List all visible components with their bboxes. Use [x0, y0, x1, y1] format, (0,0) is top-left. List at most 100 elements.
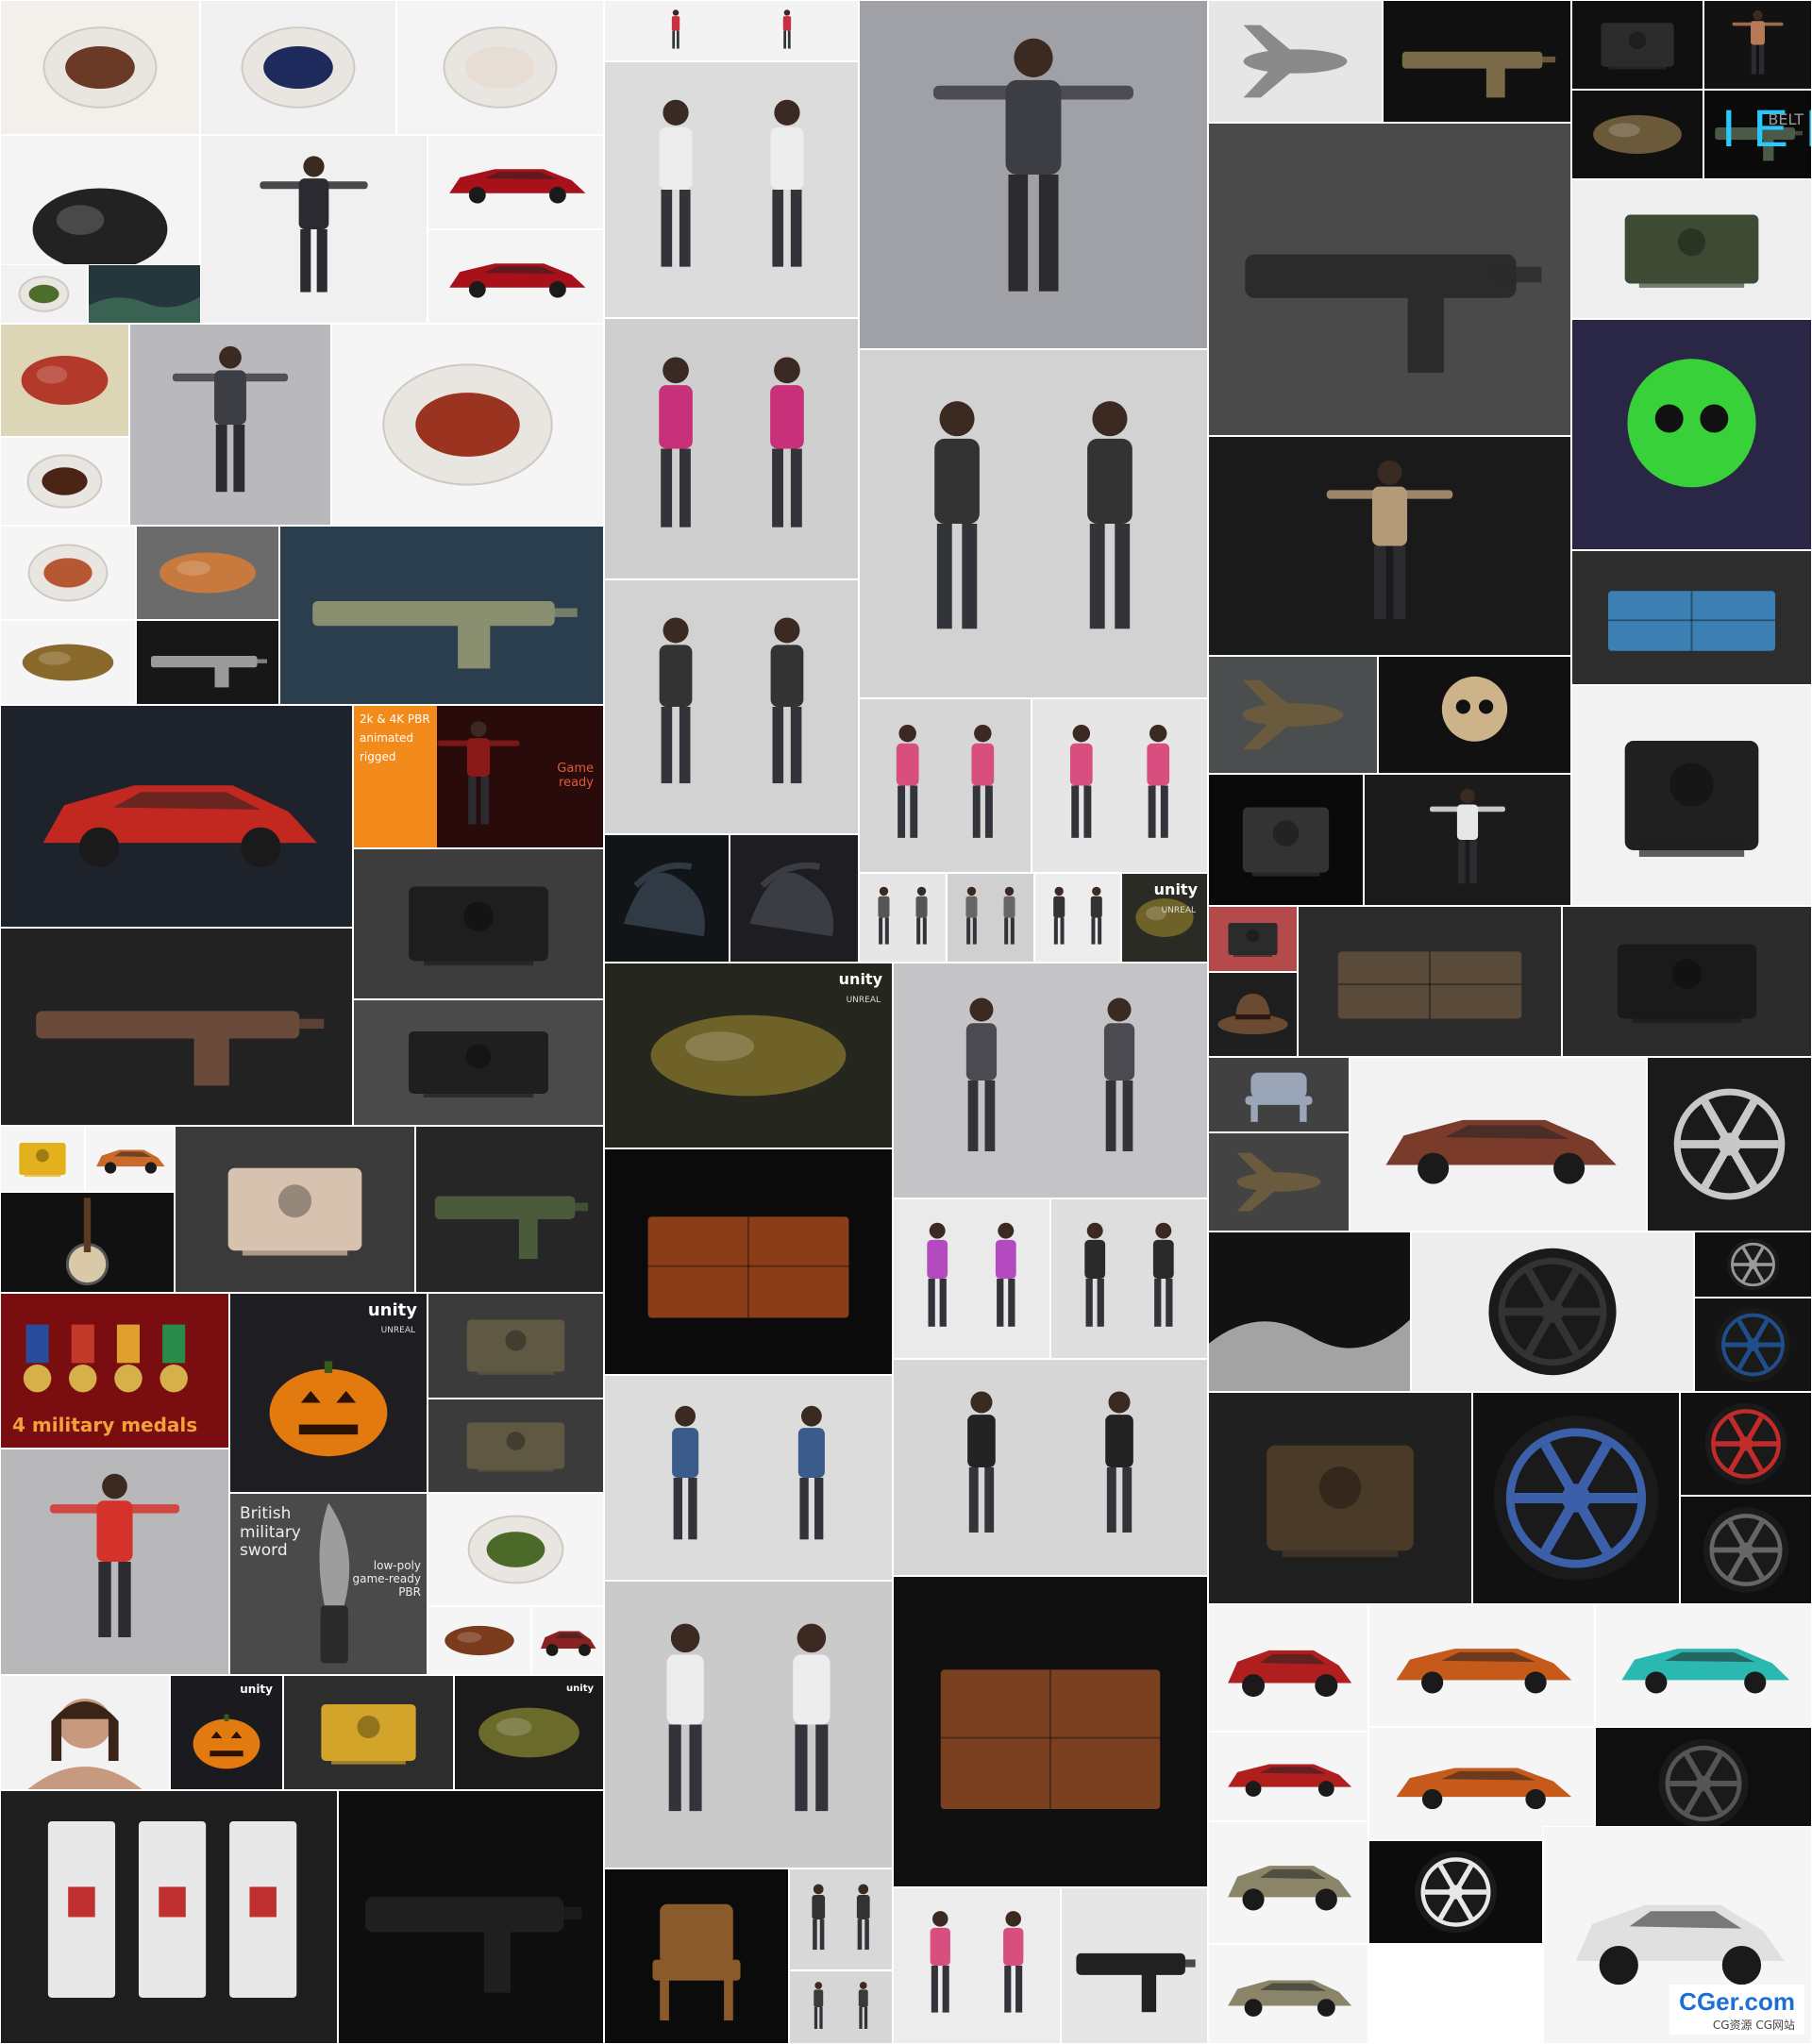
- tile-assault-rifle[interactable]: [415, 1126, 604, 1293]
- tile-windsor-chair[interactable]: [604, 1868, 789, 2044]
- tile-alien-creature-2[interactable]: [730, 834, 859, 963]
- tile-road-milling-machine[interactable]: [283, 1675, 454, 1790]
- tile-woman-squat-pose[interactable]: [859, 0, 1208, 349]
- tile-pistol[interactable]: [1061, 1887, 1208, 2044]
- tile-vintage-camera[interactable]: [1208, 1392, 1472, 1604]
- tile-yoga-pair-seated[interactable]: [604, 61, 859, 318]
- tile-british-military-sword[interactable]: British military sword low-poly game-read…: [229, 1493, 428, 1675]
- tile-sitting-pair[interactable]: [859, 349, 1208, 698]
- tile-salad-bowl[interactable]: [0, 264, 88, 324]
- tile-dancers-standing-split[interactable]: [604, 318, 859, 579]
- tile-landscape-terrain[interactable]: [88, 264, 201, 324]
- tile-camcorder[interactable]: [1208, 906, 1298, 972]
- tile-sliced-sausage-plate[interactable]: [0, 526, 136, 620]
- tile-teal-beetle[interactable]: [1595, 1604, 1812, 1727]
- tile-robot-vacuum[interactable]: [1208, 774, 1364, 906]
- tile-white-wheel-large[interactable]: [1368, 1840, 1543, 1944]
- tile-doorbell[interactable]: [1571, 685, 1812, 906]
- tile-dumpling-soup-bowl[interactable]: [396, 0, 604, 135]
- tile-hot-rod[interactable]: [1350, 1057, 1647, 1231]
- tile-notice-board[interactable]: [893, 1576, 1208, 1887]
- tile-stage-hall[interactable]: [1208, 1231, 1411, 1392]
- tile-armored-beetle-unity[interactable]: unity UNREAL: [1121, 873, 1208, 963]
- tile-dresser-cabinet[interactable]: [604, 1148, 893, 1375]
- tile-armchair[interactable]: [1208, 1057, 1350, 1132]
- tile-dessert-plate[interactable]: [0, 437, 129, 526]
- tile-women-in-coats[interactable]: [893, 963, 1208, 1198]
- tile-revolver[interactable]: [136, 620, 279, 705]
- tile-leather-hat[interactable]: [1208, 972, 1298, 1057]
- tile-black-wheel-2[interactable]: [1595, 1727, 1812, 1840]
- tile-small-pair-2[interactable]: [859, 873, 947, 963]
- tile-spiky-larva[interactable]: unity: [454, 1675, 604, 1790]
- tile-blue-hair-warrior-girl[interactable]: [200, 135, 428, 324]
- tile-kubelwagen-1[interactable]: [1208, 1821, 1368, 1944]
- tile-women-athletic-pair[interactable]: [859, 698, 1032, 873]
- tile-yoga-mat-pair[interactable]: [893, 1198, 1050, 1359]
- tile-goddess-statue[interactable]: [1364, 774, 1571, 906]
- tile-military-medals[interactable]: 4 military medals: [0, 1293, 229, 1449]
- tile-ornate-relic[interactable]: [1571, 90, 1703, 179]
- tile-small-pair-3[interactable]: [947, 873, 1034, 963]
- tile-wheel-small-1[interactable]: [1411, 1231, 1694, 1392]
- tile-camping-cot[interactable]: [1571, 550, 1812, 685]
- tile-guard-character-promo[interactable]: 2k & 4K PBR animated rigged Game ready: [353, 705, 604, 848]
- tile-engine-variants[interactable]: [353, 999, 604, 1126]
- tile-wheel-blue-small[interactable]: [1472, 1392, 1680, 1604]
- tile-banjo[interactable]: [0, 1192, 175, 1293]
- tile-men-jackets-pair[interactable]: [893, 1359, 1208, 1576]
- tile-wheel-small-2[interactable]: [1694, 1231, 1812, 1298]
- tile-military-vehicle-pack[interactable]: [1571, 179, 1812, 319]
- tile-yoga-seated-pair-2[interactable]: [1050, 1198, 1208, 1359]
- tile-machine-engine[interactable]: [353, 848, 604, 999]
- tile-sausage-skewers-plate[interactable]: [331, 324, 604, 526]
- tile-pumpkin-small[interactable]: unity: [170, 1675, 283, 1790]
- tile-kubelwagen-2[interactable]: [1208, 1944, 1368, 2044]
- tile-circuit-breakers[interactable]: [0, 1790, 338, 2044]
- tile-armored-vehicle-1[interactable]: [428, 1293, 604, 1399]
- tile-shark-gun[interactable]: [279, 526, 604, 705]
- tile-women-tpose-white[interactable]: [604, 1581, 893, 1868]
- tile-women-casual-pair[interactable]: [604, 1375, 893, 1581]
- tile-yellow-bulldozer[interactable]: [0, 1126, 85, 1192]
- tile-dark-machine[interactable]: [1571, 0, 1703, 90]
- tile-muscular-man[interactable]: [1703, 0, 1812, 90]
- tile-woman-tpose-grey-shirt[interactable]: [129, 324, 331, 526]
- tile-grilled-fish-plate[interactable]: [0, 0, 200, 135]
- tile-woman-bust[interactable]: [0, 1675, 170, 1790]
- tile-diaphragm-pump[interactable]: [175, 1126, 415, 1293]
- tile-orange-sedan-2[interactable]: [1368, 1727, 1595, 1840]
- tile-red-coupe-car[interactable]: [0, 705, 353, 928]
- tile-starfighter[interactable]: [1208, 0, 1383, 123]
- tile-octopus-tentacle[interactable]: [0, 324, 129, 437]
- tile-silver-wheel[interactable]: [1647, 1057, 1812, 1231]
- tile-retro-radio[interactable]: [1562, 906, 1812, 1057]
- tile-small-pair-4[interactable]: [1034, 873, 1121, 963]
- tile-iens-belt-device[interactable]: IENSBELT: [1703, 90, 1812, 179]
- tile-futuristic-smg[interactable]: [1208, 123, 1571, 436]
- tile-dark-rifles[interactable]: [338, 1790, 604, 2044]
- tile-zombie-pope[interactable]: [1208, 436, 1571, 656]
- tile-steampunk-airship[interactable]: [1208, 1132, 1350, 1231]
- tile-orange-roadster[interactable]: [85, 1126, 175, 1192]
- tile-red-suv-rear[interactable]: [428, 229, 604, 324]
- tile-women-fitness-group[interactable]: [893, 1887, 1061, 2044]
- tile-armored-vehicle-2[interactable]: [428, 1399, 604, 1493]
- tile-meat-skewers[interactable]: [428, 1606, 531, 1675]
- tile-figure-lineup-small[interactable]: [604, 0, 859, 61]
- tile-black-wheel[interactable]: [1680, 1496, 1812, 1604]
- tile-alien-queen[interactable]: [604, 834, 730, 963]
- tile-wheel-red-small[interactable]: [1680, 1392, 1812, 1496]
- tile-vcr-player[interactable]: [1298, 906, 1562, 1057]
- tile-rice-cake-sticks[interactable]: [0, 620, 136, 705]
- tile-sushi-board[interactable]: [136, 526, 279, 620]
- tile-shovel-tool[interactable]: [1383, 0, 1571, 123]
- tile-melon-dessert-bowl[interactable]: [428, 1493, 604, 1606]
- tile-kneeling-pair[interactable]: [604, 579, 859, 834]
- tile-small-pair-1[interactable]: [1032, 698, 1208, 873]
- tile-woman-red-dress[interactable]: [0, 1449, 229, 1675]
- tile-red-classic-car-2[interactable]: [1208, 1732, 1368, 1821]
- tile-bug-larva-unity[interactable]: unity UNREAL: [604, 963, 893, 1148]
- tile-orange-sedan-1[interactable]: [1368, 1604, 1595, 1727]
- tile-blue-wheel[interactable]: [1694, 1298, 1812, 1392]
